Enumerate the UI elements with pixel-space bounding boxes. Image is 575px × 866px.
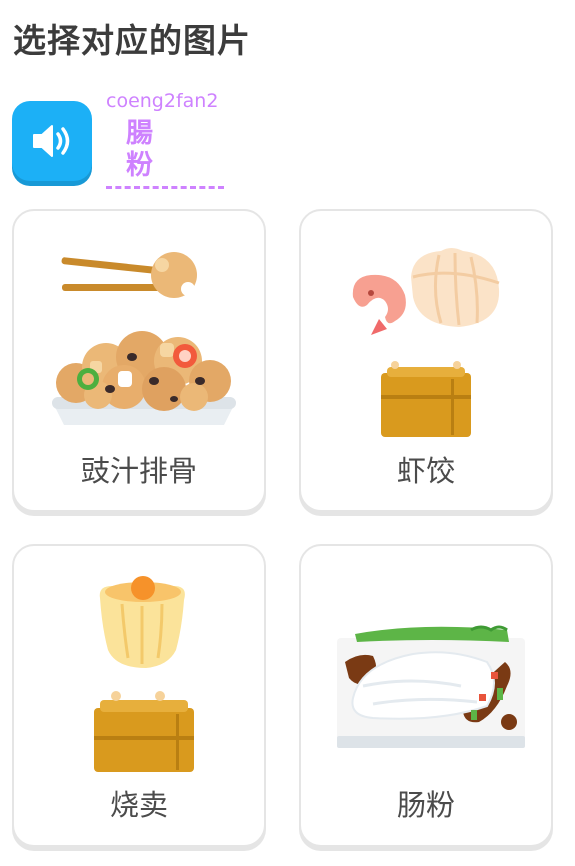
choice-card-3[interactable]: 烧卖 bbox=[12, 544, 266, 847]
choice-label: 豉汁排骨 bbox=[80, 454, 197, 488]
choice-card-2[interactable]: 虾饺 bbox=[299, 209, 553, 512]
romanization-text: coeng2fan2 bbox=[106, 90, 219, 112]
siu-mai-image bbox=[94, 576, 194, 772]
page-title: 选择对应的图片 bbox=[13, 21, 251, 60]
shrimp-dumpling-image bbox=[352, 248, 500, 437]
choice-label: 烧卖 bbox=[109, 788, 168, 822]
rice-noodle-roll-image bbox=[337, 625, 525, 748]
prompt-hanzi: 腸 粉 bbox=[106, 118, 224, 189]
choice-label: 虾饺 bbox=[396, 454, 455, 488]
choice-card-4[interactable]: 肠粉 bbox=[299, 544, 553, 847]
prompt-word[interactable]: coeng2fan2 腸 粉 bbox=[106, 90, 236, 189]
play-audio-button[interactable] bbox=[12, 101, 92, 181]
speaker-icon bbox=[33, 125, 70, 157]
choice-label: 肠粉 bbox=[396, 788, 455, 822]
black-bean-spare-ribs-image bbox=[52, 252, 236, 425]
choice-card-1[interactable]: 豉汁排骨 bbox=[12, 209, 266, 512]
